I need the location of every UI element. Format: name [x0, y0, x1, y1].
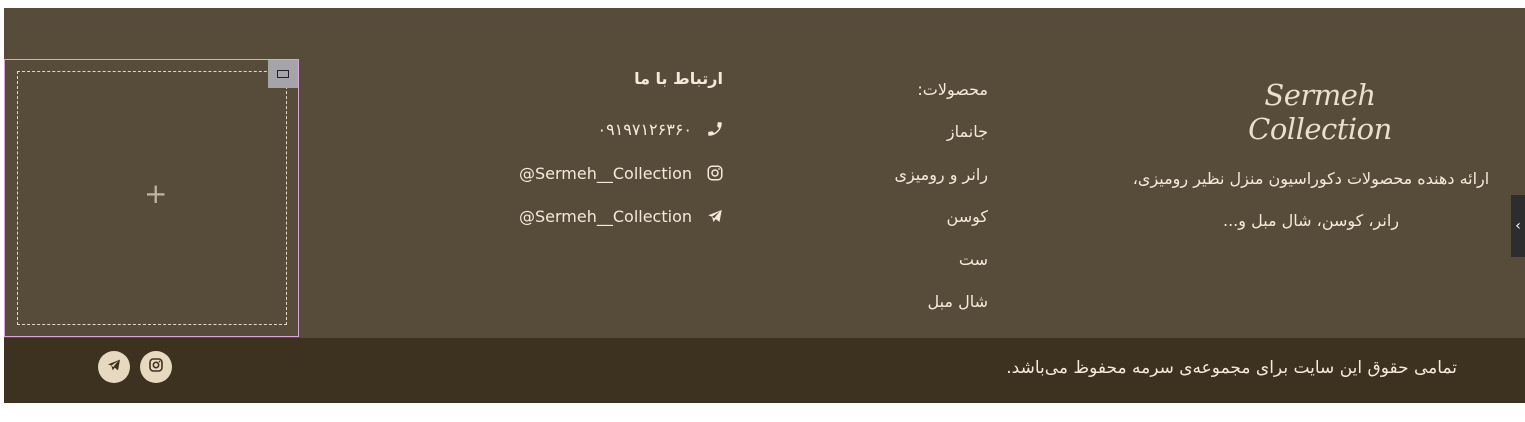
empty-widget-placeholder[interactable]: + — [4, 59, 299, 337]
product-link-cushion[interactable]: کوسن — [947, 207, 988, 226]
contact-telegram-row[interactable]: @Sermeh__Collection — [519, 205, 724, 227]
instagram-social-button[interactable] — [140, 351, 172, 383]
contact-phone-text: ۰۹۱۹۷۱۲۶۳۶۰ — [597, 119, 692, 139]
product-link-set[interactable]: ست — [959, 250, 988, 269]
brand-description: ارائه دهنده محصولات دکوراسیون منزل نظیر … — [1132, 169, 1490, 230]
product-link-janamaz[interactable]: جانماز — [947, 122, 988, 141]
telegram-social-button[interactable] — [98, 351, 130, 383]
contact-instagram-row[interactable]: @Sermeh__Collection — [519, 162, 724, 184]
contact-phone-row[interactable]: ۰۹۱۹۷۱۲۶۳۶۰ — [597, 118, 724, 140]
widget-handle-icon[interactable] — [268, 60, 298, 88]
contact-telegram-text: @Sermeh__Collection — [518, 206, 692, 226]
instagram-icon — [706, 164, 724, 182]
contact-instagram-text: @Sermeh__Collection — [518, 163, 692, 183]
telegram-icon — [106, 357, 122, 377]
brand-logo[interactable]: Sermeh Collection — [1198, 78, 1442, 146]
instagram-icon — [148, 357, 164, 377]
add-widget-icon[interactable]: + — [144, 180, 167, 208]
contact-title: ارتباط با ما — [634, 69, 723, 88]
chevron-left-icon: ‹ — [1515, 218, 1521, 234]
product-link-runner[interactable]: رانر و رومیزی — [894, 165, 988, 184]
products-heading: محصولات: — [917, 80, 988, 99]
product-link-sofa-shawl[interactable]: شال مبل — [927, 292, 988, 311]
copyright-text: تمامی حقوق این سایت برای مجموعه‌ی سرمه م… — [1006, 358, 1457, 378]
phone-icon — [706, 120, 724, 138]
telegram-icon — [706, 207, 724, 225]
side-panel-toggle[interactable]: ‹ — [1511, 195, 1525, 257]
